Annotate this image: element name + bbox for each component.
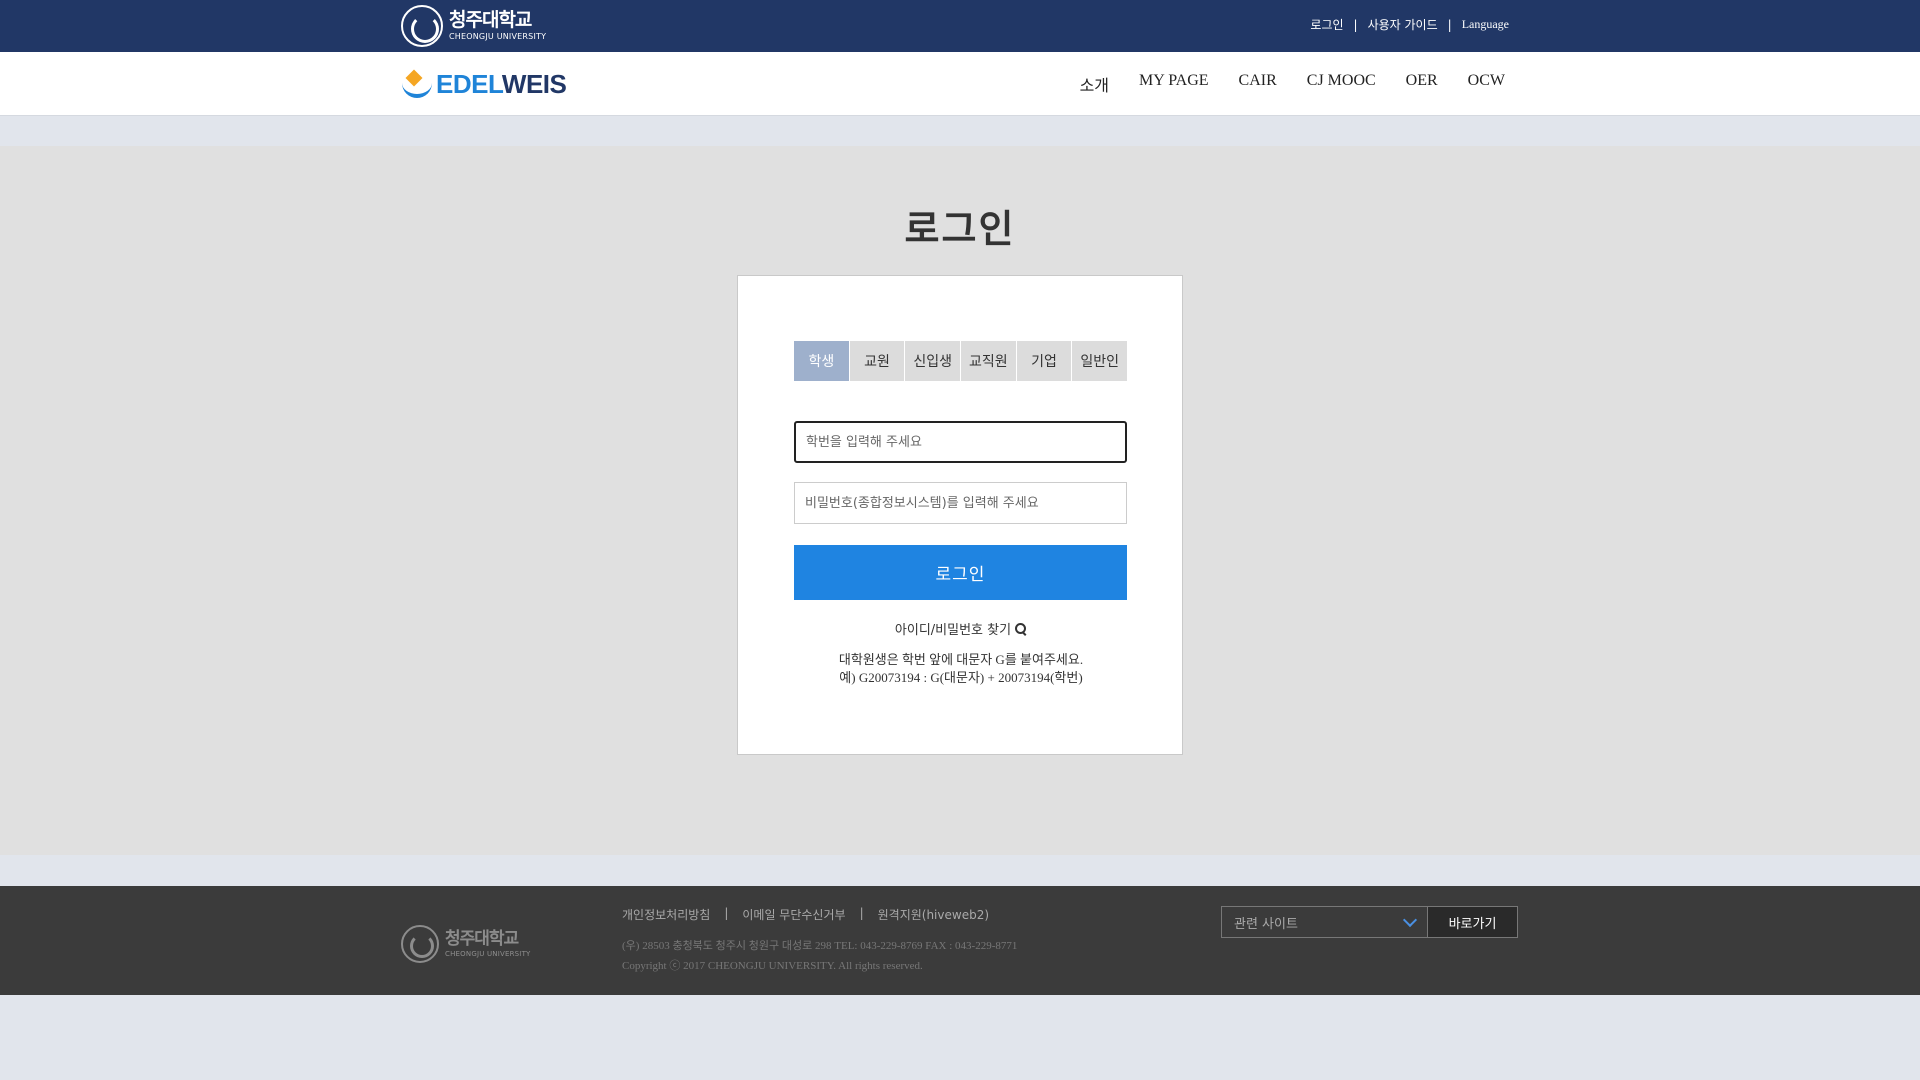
university-emblem-icon: [401, 5, 443, 47]
nav-item-intro[interactable]: 소개: [1080, 72, 1109, 96]
user-type-tabs: 학생 교원 신입생 교직원 기업 일반인: [794, 341, 1128, 381]
user-guide-link[interactable]: 사용자 가이드: [1368, 16, 1438, 33]
tab-freshman[interactable]: 신입생: [905, 341, 962, 381]
university-name-ko: 청주대학교: [449, 9, 532, 31]
logo-text-weis: WEIS: [501, 69, 567, 99]
footer-address: (우) 28503 충청북도 청주시 청원구 대성로 298 TEL: 043-…: [622, 936, 1017, 976]
find-id-password-link[interactable]: 아이디/비밀번호 찾기: [738, 619, 1184, 638]
language-link[interactable]: Language: [1462, 17, 1509, 32]
tab-staff[interactable]: 교직원: [961, 341, 1017, 381]
footer: 청주대학교 CHEONGJU UNIVERSITY 개인정보처리방침 | 이메일…: [0, 886, 1920, 995]
login-button[interactable]: 로그인: [794, 545, 1127, 600]
find-link-label: 아이디/비밀번호 찾기: [894, 623, 1012, 638]
privacy-policy-link[interactable]: 개인정보처리방침: [622, 906, 710, 923]
nav-item-mypage[interactable]: MY PAGE: [1139, 72, 1209, 96]
university-emblem-icon: [401, 925, 439, 963]
tab-public[interactable]: 일반인: [1072, 341, 1128, 381]
university-name-en: CHEONGJU UNIVERSITY: [449, 32, 547, 41]
main-navbar: EDELWEIS 소개 MY PAGE CAIR CJ MOOC OER OCW: [0, 52, 1920, 116]
nav-item-ocw[interactable]: OCW: [1468, 72, 1505, 96]
page-title: 로그인: [904, 207, 1016, 251]
address-text: (우) 28503 충청북도 청주시 청원구 대성로 298 TEL: 043-…: [622, 940, 1018, 952]
footer-university-name-ko: 청주대학교: [445, 928, 519, 949]
nav-menu: 소개 MY PAGE CAIR CJ MOOC OER OCW: [1080, 72, 1505, 96]
separator: |: [859, 906, 864, 920]
remote-support-link[interactable]: 원격지원(hiveweb2): [878, 906, 989, 923]
login-link[interactable]: 로그인: [1310, 16, 1343, 33]
graduate-notice: 대학원생은 학번 앞에 대문자 G를 붙여주세요. 예) G20073194 :…: [738, 651, 1184, 687]
separator: |: [1353, 17, 1358, 32]
nav-item-cjmooc[interactable]: CJ MOOC: [1307, 72, 1376, 96]
top-bar: 청주대학교 CHEONGJU UNIVERSITY 로그인 | 사용자 가이드 …: [0, 0, 1920, 52]
footer-university-logo: 청주대학교 CHEONGJU UNIVERSITY: [401, 925, 531, 963]
nav-item-oer[interactable]: OER: [1406, 72, 1438, 96]
notice-line: 대학원생은 학번 앞에 대문자 G를 붙여주세요.: [838, 652, 1084, 667]
notice-line: 예) G20073194 : G(대문자) + 20073194(학번): [839, 670, 1083, 685]
email-refusal-link[interactable]: 이메일 무단수신거부: [742, 906, 845, 923]
chevron-down-icon: [1402, 912, 1418, 928]
main-content: 로그인 학생 교원 신입생 교직원 기업 일반인 로그인 아이디/비밀번호 찾기…: [0, 146, 1920, 855]
copyright-text: Copyright ⓒ 2017 CHEONGJU UNIVERSITY. Al…: [622, 960, 923, 972]
go-button[interactable]: 바로가기: [1428, 906, 1518, 938]
logo-text-edel: EDEL: [436, 69, 502, 99]
password-input[interactable]: [794, 482, 1127, 524]
separator: |: [1447, 17, 1452, 32]
separator: |: [724, 906, 729, 920]
utility-links: 로그인 | 사용자 가이드 | Language: [1310, 16, 1509, 33]
footer-links: 개인정보처리방침 | 이메일 무단수신거부 | 원격지원(hiveweb2): [622, 906, 989, 923]
search-icon: [1015, 622, 1027, 635]
related-sites-label: 관련 사이트: [1234, 916, 1298, 932]
edelweis-mark-icon: [402, 69, 434, 100]
university-logo[interactable]: 청주대학교 CHEONGJU UNIVERSITY: [401, 5, 546, 47]
edelweis-logo[interactable]: EDELWEIS: [402, 69, 567, 100]
related-sites-select[interactable]: 관련 사이트: [1221, 906, 1428, 938]
footer-university-name-en: CHEONGJU UNIVERSITY: [445, 949, 531, 958]
login-card: 학생 교원 신입생 교직원 기업 일반인 로그인 아이디/비밀번호 찾기 대학원…: [737, 275, 1183, 755]
tab-company[interactable]: 기업: [1016, 341, 1073, 381]
nav-item-cair[interactable]: CAIR: [1239, 72, 1277, 96]
tab-faculty[interactable]: 교원: [849, 341, 906, 381]
tab-student[interactable]: 학생: [794, 341, 850, 381]
student-id-input[interactable]: [794, 421, 1127, 463]
